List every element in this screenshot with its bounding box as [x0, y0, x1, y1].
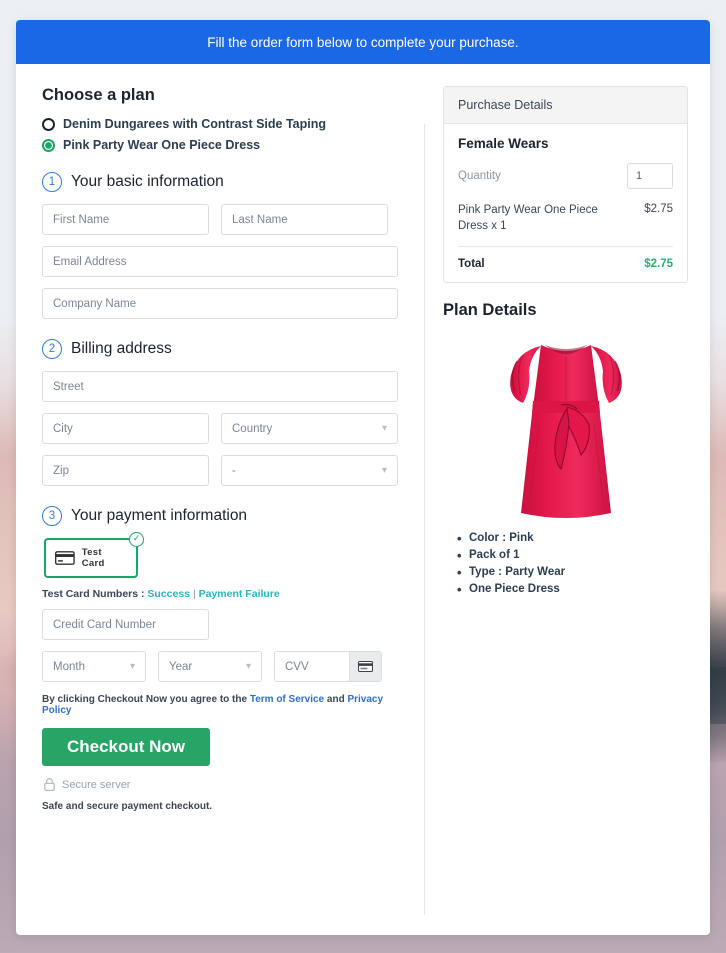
line-item-name: Pink Party Wear One Piece Dress x 1: [458, 204, 598, 232]
step-payment-information: 3 Your payment information: [42, 506, 400, 526]
order-form-column: Choose a plan Denim Dungarees with Contr…: [16, 64, 424, 935]
test-card-label: Test Card: [81, 547, 105, 569]
line-item-price: $2.75: [644, 203, 673, 215]
expiry-month-value: Month: [53, 660, 85, 673]
test-card-method-option[interactable]: Test Card ✓: [44, 532, 144, 578]
expiry-month-select[interactable]: Month ▾: [42, 651, 146, 682]
expiry-year-select[interactable]: Year ▾: [158, 651, 262, 682]
cvv-field-group[interactable]: CVV: [274, 651, 382, 682]
product-image: [443, 326, 688, 524]
chevron-down-icon: ▾: [245, 661, 251, 672]
check-circle-icon: ✓: [129, 532, 144, 547]
secure-server-label: Secure server: [62, 778, 131, 791]
banner-text: Fill the order form below to complete yo…: [207, 34, 519, 50]
test-card-numbers-prefix: Test Card Numbers :: [42, 588, 145, 600]
last-name-input[interactable]: Last Name: [221, 204, 388, 235]
terms-of-service-link[interactable]: Term of Service: [250, 694, 324, 705]
step-label: Billing address: [71, 340, 172, 357]
first-name-input[interactable]: First Name: [42, 204, 209, 235]
step-number-badge: 1: [42, 172, 62, 192]
state-select[interactable]: - ▾: [221, 455, 398, 486]
zip-input[interactable]: Zip: [42, 455, 209, 486]
state-select-value: -: [232, 464, 236, 477]
step-label: Your payment information: [71, 507, 248, 524]
country-select-value: Country: [232, 422, 273, 435]
total-row: Total $2.75: [458, 247, 673, 270]
credit-card-number-input[interactable]: Credit Card Number: [42, 609, 209, 640]
test-card-failure-link[interactable]: Payment Failure: [199, 588, 280, 600]
step-number-badge: 3: [42, 506, 62, 526]
country-select[interactable]: Country ▾: [221, 413, 398, 444]
purchase-details-panel: Purchase Details Female Wears Quantity 1…: [443, 86, 688, 284]
city-input[interactable]: City: [42, 413, 209, 444]
radio-selected-icon[interactable]: [42, 138, 55, 152]
secure-server-row: Secure server: [44, 778, 400, 791]
chevron-down-icon: ▾: [129, 661, 135, 672]
test-card-numbers-row: Test Card Numbers : Success | Payment Fa…: [42, 588, 400, 600]
email-input[interactable]: Email Address: [42, 246, 398, 277]
expiry-year-value: Year: [169, 660, 193, 673]
agree-prefix: By clicking Checkout Now you agree to th…: [42, 694, 248, 705]
company-name-input[interactable]: Company Name: [42, 288, 398, 319]
checkout-banner: Fill the order form below to complete yo…: [16, 20, 710, 64]
purchase-details-header: Purchase Details: [444, 87, 687, 124]
chevron-down-icon: ▾: [381, 423, 387, 434]
list-item: Type : Party Wear: [457, 565, 688, 580]
credit-card-icon: [55, 551, 75, 565]
plan-option-label: Denim Dungarees with Contrast Side Tapin…: [63, 117, 326, 131]
safe-checkout-note: Safe and secure payment checkout.: [42, 801, 213, 812]
total-value: $2.75: [644, 258, 673, 271]
list-item: Pack of 1: [457, 548, 688, 563]
pink-dress-image: [509, 345, 622, 519]
total-label: Total: [458, 258, 485, 271]
agree-and: and: [326, 694, 345, 705]
cvv-help-button[interactable]: [349, 652, 381, 681]
line-item-row: Pink Party Wear One Piece Dress x 1 $2.7…: [458, 203, 673, 248]
quantity-label: Quantity: [458, 170, 501, 182]
street-input[interactable]: Street: [42, 371, 398, 402]
choose-plan-heading: Choose a plan: [42, 86, 155, 104]
radio-unselected-icon[interactable]: [42, 117, 55, 131]
chevron-down-icon: ▾: [381, 465, 387, 476]
checkout-now-button[interactable]: Checkout Now: [42, 728, 210, 766]
summary-column: Purchase Details Female Wears Quantity 1…: [425, 64, 710, 935]
plan-details-heading: Plan Details: [443, 301, 537, 320]
step-basic-information: 1 Your basic information: [42, 172, 400, 192]
quantity-input[interactable]: 1: [627, 163, 673, 189]
plan-option-pink-dress[interactable]: Pink Party Wear One Piece Dress: [42, 138, 400, 152]
plan-option-denim[interactable]: Denim Dungarees with Contrast Side Tapin…: [42, 117, 400, 131]
test-card-success-link[interactable]: Success: [147, 588, 190, 600]
link-separator: |: [192, 588, 196, 600]
step-billing-address: 2 Billing address: [42, 339, 400, 359]
list-item: Color : Pink: [457, 531, 688, 546]
card-back-icon: [358, 661, 373, 672]
product-attributes-list: Color : Pink Pack of 1 Type : Party Wear…: [457, 531, 688, 597]
purchase-category: Female Wears: [458, 136, 549, 151]
lock-icon: [44, 778, 55, 791]
quantity-row: Quantity 1: [458, 163, 673, 189]
list-item: One Piece Dress: [457, 582, 688, 597]
step-number-badge: 2: [42, 339, 62, 359]
step-label: Your basic information: [71, 173, 224, 190]
checkout-card: Fill the order form below to complete yo…: [16, 20, 710, 935]
terms-agreement-text: By clicking Checkout Now you agree to th…: [42, 694, 400, 716]
cvv-input[interactable]: CVV: [275, 652, 349, 681]
plan-option-label: Pink Party Wear One Piece Dress: [63, 138, 261, 152]
